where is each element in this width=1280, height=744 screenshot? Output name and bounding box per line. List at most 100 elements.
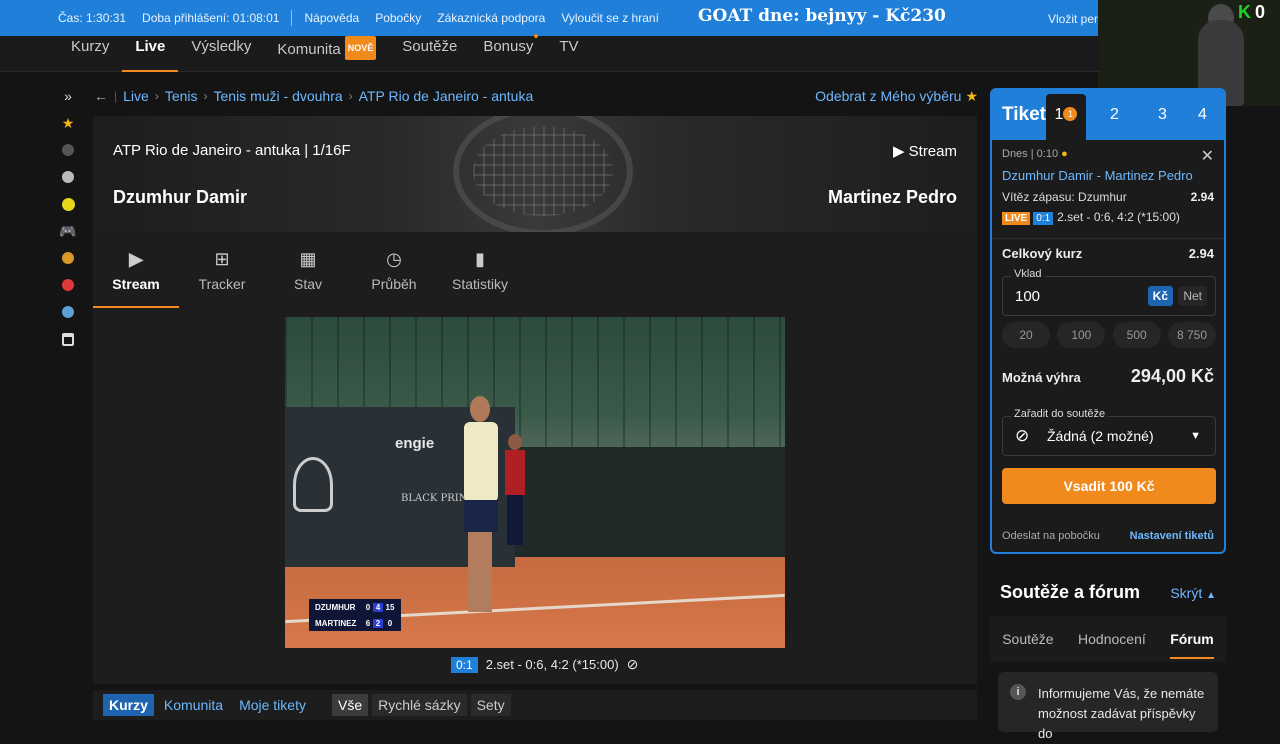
tab-my-tickets[interactable]: Moje tikety	[233, 694, 312, 716]
nav-bonusy[interactable]: Bonusy	[470, 33, 546, 72]
k-counter-label: K	[1238, 2, 1251, 22]
scoreboard-row: MARTINEZ 6 2 0	[309, 615, 401, 631]
breadcrumb-mens-singles[interactable]: Tenis muži - dvouhra	[214, 88, 343, 104]
notification-dot	[534, 33, 539, 38]
sport-icon-1[interactable]	[58, 140, 78, 160]
breadcrumb-live[interactable]: Live	[123, 88, 149, 104]
nav-live[interactable]: Live	[122, 36, 179, 72]
remove-fav-label: Odebrat z Mého výběru	[815, 88, 962, 104]
expand-icon[interactable]: »	[58, 86, 78, 106]
tab-ratings[interactable]: Hodnocení	[1078, 631, 1146, 647]
ticket-tab-4[interactable]: 4	[1198, 106, 1207, 124]
tab-score[interactable]: ▦ Stav	[265, 232, 351, 308]
tennis-icon[interactable]	[58, 194, 78, 214]
contest-label: Zařadit do soutěže	[1011, 408, 1109, 420]
nav-label: Soutěže	[402, 37, 458, 55]
tab-progress[interactable]: ◷ Průběh	[351, 232, 437, 308]
quick-stake-button[interactable]: 20	[1002, 322, 1050, 348]
filter-quick-bets[interactable]: Rychlé sázky	[372, 694, 467, 716]
quick-stake-button[interactable]: 100	[1057, 322, 1106, 348]
tab-community[interactable]: Komunita	[158, 694, 229, 716]
bet-slip: Tiket 11 2 3 4 Dnes | 0:10 ● ✕ Dzumhur D…	[990, 88, 1226, 554]
ticket-count-badge: 1	[1063, 107, 1078, 121]
favorites-star-icon[interactable]: ★	[58, 113, 78, 133]
branches-link[interactable]: Pobočky	[367, 11, 429, 25]
contest-value: Žádná (2 možné)	[1047, 428, 1154, 444]
basketball-icon[interactable]	[58, 248, 78, 268]
stake-field[interactable]: Vklad 100 Kč Net	[1002, 268, 1216, 316]
filter-all[interactable]: Vše	[331, 694, 369, 716]
close-icon[interactable]: ✕	[1201, 146, 1214, 166]
nav-vysledky[interactable]: Výsledky	[178, 36, 264, 72]
calendar-icon[interactable]	[58, 329, 78, 349]
hide-toggle[interactable]: Skrýt ▲	[1170, 585, 1216, 601]
sport-rail: » ★ 🎮	[57, 86, 81, 356]
net-toggle[interactable]: Net	[1178, 286, 1207, 306]
nav-label: Komunita	[277, 40, 341, 58]
tab-stats[interactable]: ▮ Statistiky	[437, 232, 523, 308]
contest-select[interactable]: Zařadit do soutěže ⊘ Žádná (2 možné) ▼	[1002, 408, 1216, 456]
clock-icon: ◷	[386, 249, 402, 269]
bet-market: Vítěz zápasu: Dzumhur	[1002, 190, 1127, 204]
esports-icon[interactable]: 🎮	[58, 221, 78, 241]
place-bet-button[interactable]: Vsadit 100 Kč	[1002, 468, 1216, 504]
send-to-branch-link[interactable]: Odeslat na pobočku	[1002, 530, 1100, 542]
ticket-settings-link[interactable]: Nastavení tiketů	[1130, 530, 1214, 542]
stream-label: Stream	[908, 143, 957, 160]
back-arrow-icon[interactable]: ←	[94, 88, 108, 104]
quick-stake-button[interactable]: 500	[1112, 322, 1161, 348]
tab-odds[interactable]: Kurzy	[103, 694, 154, 716]
live-status: 0:1 2.set - 0:6, 4:2 (*15:00) ⊘	[451, 656, 638, 673]
ticket-tab-2[interactable]: 2	[1110, 106, 1119, 124]
nav-tv[interactable]: TV	[546, 36, 591, 72]
currency-toggle[interactable]: Kč	[1147, 286, 1173, 306]
volleyball-icon[interactable]	[58, 302, 78, 322]
main-nav: Kurzy Live Výsledky Komunita NOVĚ Soutěže…	[0, 33, 1100, 72]
match-tabs: ▶ Stream ⊞ Tracker ▦ Stav ◷ Průběh ▮ Statisti…	[93, 232, 977, 308]
session-time: Čas: 1:30:31	[58, 11, 127, 25]
nav-souteze[interactable]: Soutěže	[389, 36, 470, 72]
score-badge: 0:1	[451, 656, 478, 673]
chevron-up-icon: ▲	[1206, 590, 1216, 601]
stream-button[interactable]: ▶ Stream	[893, 142, 957, 160]
market-tabs: Kurzy Komunita Moje tikety Vše Rychlé sá…	[93, 690, 977, 720]
bet-match[interactable]: Dzumhur Damir - Martinez Pedro	[1002, 168, 1193, 183]
hide-label: Skrýt	[1170, 585, 1203, 601]
ball-kid	[503, 432, 527, 552]
forum-tabs: Soutěže Hodnocení Fórum	[990, 616, 1226, 662]
tab-stream[interactable]: ▶ Stream	[93, 232, 179, 308]
bet-slip-header: Tiket 11 2 3 4	[992, 90, 1224, 140]
nav-label: Bonusy	[483, 37, 534, 55]
field-icon: ⊞	[214, 249, 230, 269]
nav-label: Live	[135, 37, 166, 55]
support-link[interactable]: Zákaznická podpora	[429, 11, 553, 25]
divider	[992, 238, 1224, 239]
hide-eye-icon[interactable]: ⊘	[627, 656, 639, 673]
ticket-tab-1[interactable]: 11	[1046, 94, 1086, 140]
tab-forum[interactable]: Fórum	[1170, 631, 1214, 659]
bet-date-text: Dnes | 0:10	[1002, 148, 1059, 160]
forum-info-box: i Informujeme Vás, že nemáte možnost zad…	[998, 672, 1218, 741]
breadcrumb-tennis[interactable]: Tenis	[165, 88, 198, 104]
football-icon[interactable]	[58, 167, 78, 187]
player-head	[470, 396, 490, 422]
tennis-player	[460, 392, 500, 617]
shell-logo-icon	[293, 457, 333, 512]
quick-stake-button[interactable]: 8 750	[1167, 322, 1216, 348]
self-exclude-link[interactable]: Vyloučit se z hraní	[553, 11, 667, 25]
stake-value: 100	[1015, 288, 1041, 305]
filter-sets[interactable]: Sety	[470, 694, 511, 716]
tab-contests[interactable]: Soutěže	[1002, 631, 1053, 647]
tab-label: Stav	[293, 276, 322, 292]
help-link[interactable]: Nápověda	[296, 11, 367, 25]
remove-from-favorites[interactable]: Odebrat z Mého výběru ★	[815, 88, 978, 105]
nav-kurzy[interactable]: Kurzy	[58, 36, 122, 72]
breadcrumb-tournament[interactable]: ATP Rio de Janeiro - antuka	[359, 88, 534, 104]
table-tennis-icon[interactable]	[58, 275, 78, 295]
ticket-tab-3[interactable]: 3	[1158, 106, 1167, 124]
star-icon: ★	[965, 88, 978, 104]
nav-komunita[interactable]: Komunita NOVĚ	[264, 35, 389, 72]
tab-tracker[interactable]: ⊞ Tracker	[179, 232, 265, 308]
video-stream[interactable]: engie BLACK PRINCESS DZUMHUR 0 4 15 MART…	[285, 317, 785, 648]
info-icon: i	[1010, 684, 1026, 700]
